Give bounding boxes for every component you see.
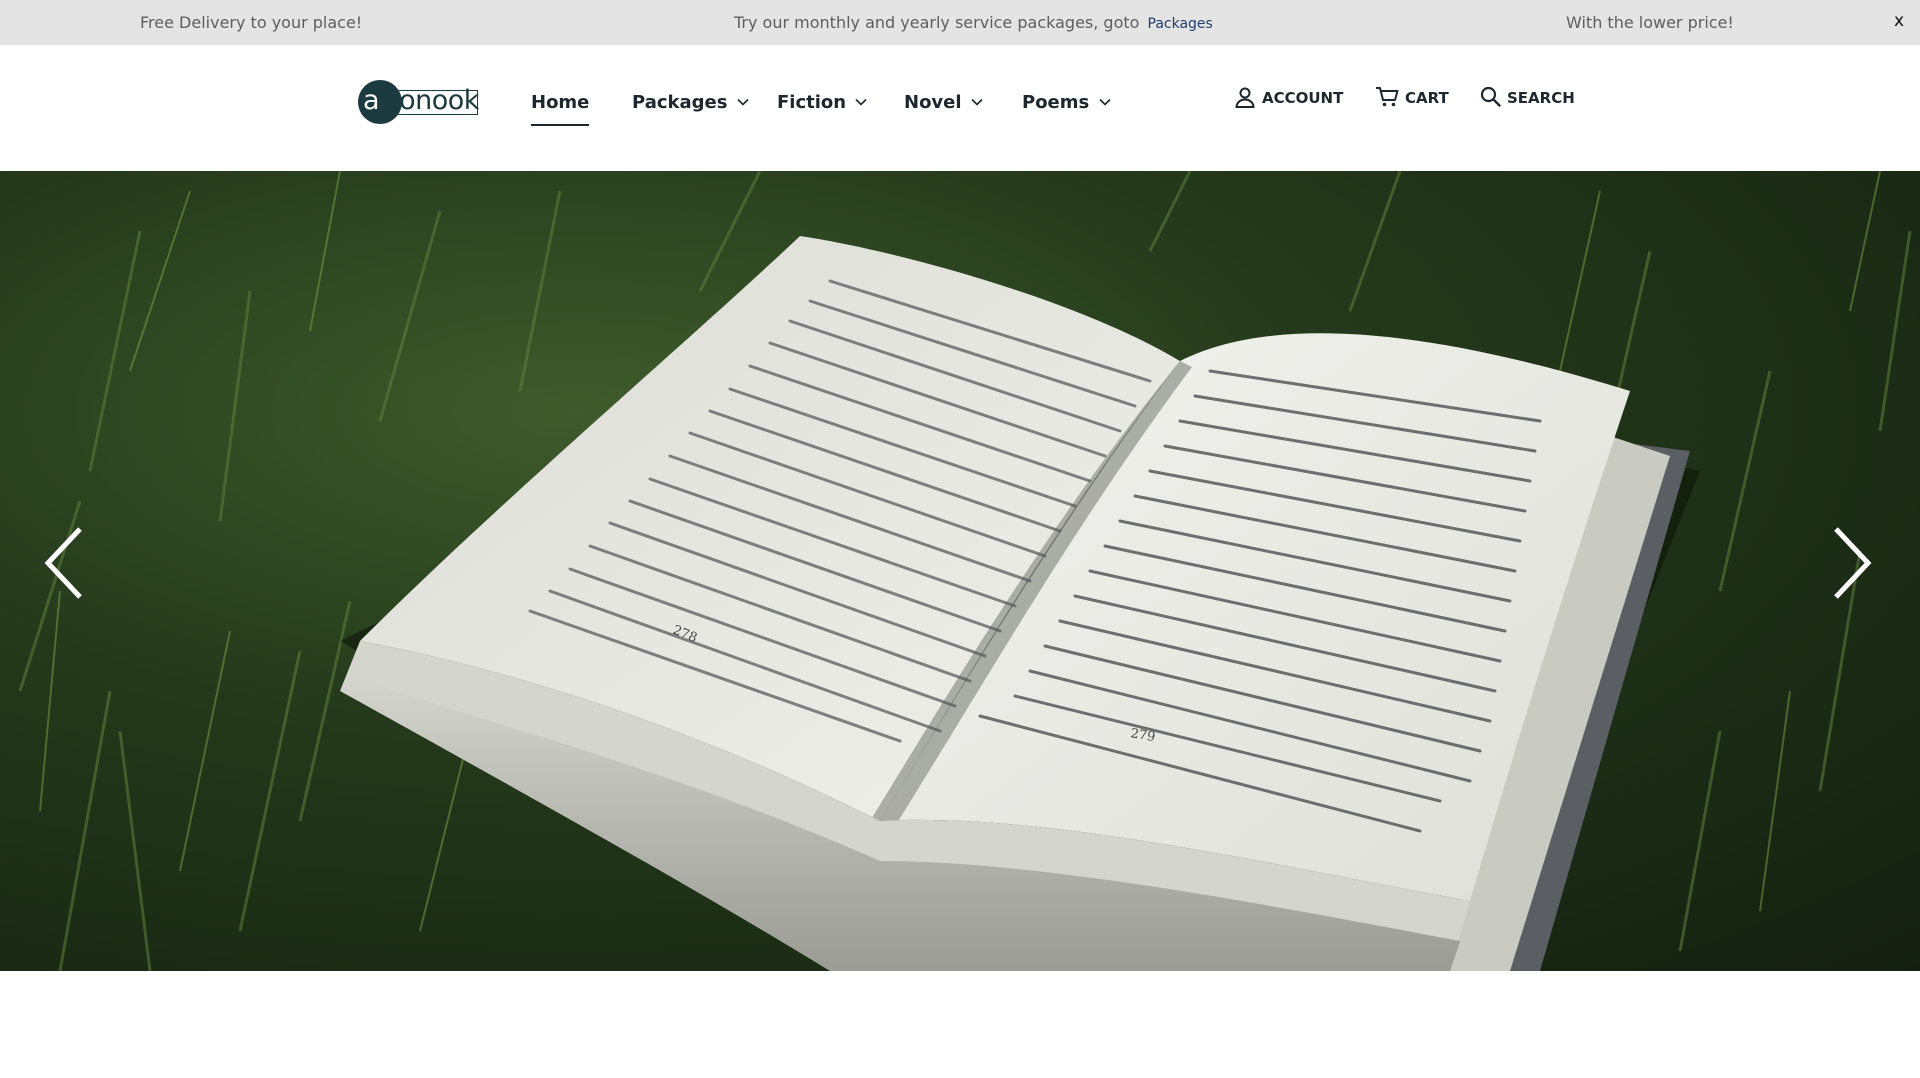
carousel-prev-button[interactable] — [40, 523, 86, 603]
chevron-down-icon — [855, 98, 867, 106]
nav-poems-label: Poems — [1022, 92, 1090, 113]
nav-item-poems[interactable]: Poems — [1022, 92, 1111, 113]
hero-image: 278 279 — [18, 171, 1912, 971]
nav-packages-label: Packages — [632, 92, 728, 113]
announcement-bar: Free Delivery to your place! Try our mon… — [0, 0, 1920, 45]
logo-first-letter: a — [363, 85, 380, 116]
chevron-down-icon — [737, 98, 749, 106]
search-button[interactable]: SEARCH — [1480, 86, 1575, 107]
close-announcement-button[interactable]: x — [1894, 11, 1904, 31]
chevron-left-icon — [44, 527, 82, 599]
announcement-right-text: With the lower price! — [1566, 13, 1734, 32]
logo-wordmark: atronook — [363, 85, 479, 117]
chevron-down-icon — [971, 98, 983, 106]
cart-icon — [1376, 86, 1399, 106]
chevron-down-icon — [1098, 98, 1111, 106]
logo-rest-text: tronook — [379, 85, 479, 116]
nav-item-home[interactable]: Home — [531, 92, 590, 126]
nav-fiction-label: Fiction — [777, 92, 847, 113]
active-nav-underline — [531, 124, 590, 126]
account-label: ACCOUNT — [1262, 89, 1344, 107]
cart-label: CART — [1405, 89, 1449, 107]
nav-item-novel[interactable]: Novel — [904, 92, 983, 113]
user-icon — [1235, 87, 1255, 108]
announcement-center: Try our monthly and yearly service packa… — [734, 13, 1213, 32]
carousel-next-button[interactable] — [1830, 523, 1876, 603]
site-header: atronook Home Packages Fiction Novel Poe… — [0, 45, 1920, 171]
nav-home-label: Home — [531, 92, 590, 113]
account-button[interactable]: ACCOUNT — [1234, 87, 1344, 108]
announcement-center-text: Try our monthly and yearly service packa… — [734, 13, 1140, 32]
packages-link[interactable]: Packages — [1148, 16, 1213, 32]
site-logo[interactable]: atronook — [358, 80, 480, 124]
search-icon — [1480, 86, 1501, 107]
chevron-right-icon — [1834, 527, 1872, 599]
announcement-left-text: Free Delivery to your place! — [140, 13, 363, 32]
hero-carousel: 278 279 — [0, 171, 1920, 971]
cart-button[interactable]: CART — [1375, 86, 1449, 108]
nav-novel-label: Novel — [904, 92, 962, 113]
nav-item-fiction[interactable]: Fiction — [777, 92, 867, 113]
nav-item-packages[interactable]: Packages — [632, 92, 749, 113]
search-label: SEARCH — [1507, 89, 1575, 107]
